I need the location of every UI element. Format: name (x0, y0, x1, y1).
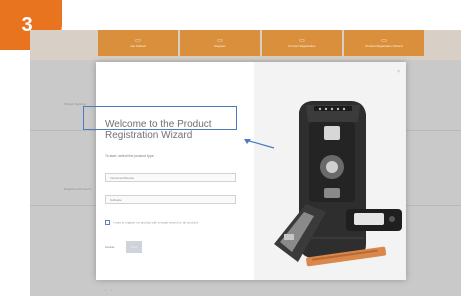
option-highlight-box (83, 106, 237, 130)
tile-registration-wizard[interactable]: ▭ Product Registration Wizard (344, 30, 424, 56)
tile-register[interactable]: ▭ Register (180, 30, 260, 56)
cancel-button[interactable]: Cancel (105, 243, 121, 251)
product-image-panel: × (254, 62, 406, 280)
registration-wizard-dialog: Welcome to the Product Registration Wiza… (96, 62, 406, 292)
wizard-subtitle: To start, select the product type (105, 154, 154, 158)
screenshot-frame: ▭ Get Started ▭ Register ▭ Product Regis… (30, 30, 461, 296)
option-instrument-device[interactable]: Instrument/Device (105, 173, 236, 182)
background-row-label: Registered Products (64, 187, 92, 191)
tile-get-started[interactable]: ▭ Get Started (98, 30, 178, 56)
option-software[interactable]: Software (105, 195, 236, 204)
close-icon[interactable]: × (397, 69, 400, 75)
checkbox[interactable] (105, 220, 110, 225)
product-device-image (274, 101, 402, 267)
pointer-arrow (244, 139, 275, 149)
register-checkbox-row[interactable]: I want to register my product with a sin… (105, 220, 235, 225)
toolbar: ▭ Get Started ▭ Register ▭ Product Regis… (30, 30, 461, 60)
tile-product-registration[interactable]: ▭ Product Registration (262, 30, 342, 56)
next-button[interactable]: Next (126, 241, 142, 253)
dialog-form-panel: Welcome to the Product Registration Wiza… (96, 62, 254, 292)
pager-dots: • • (105, 288, 114, 292)
